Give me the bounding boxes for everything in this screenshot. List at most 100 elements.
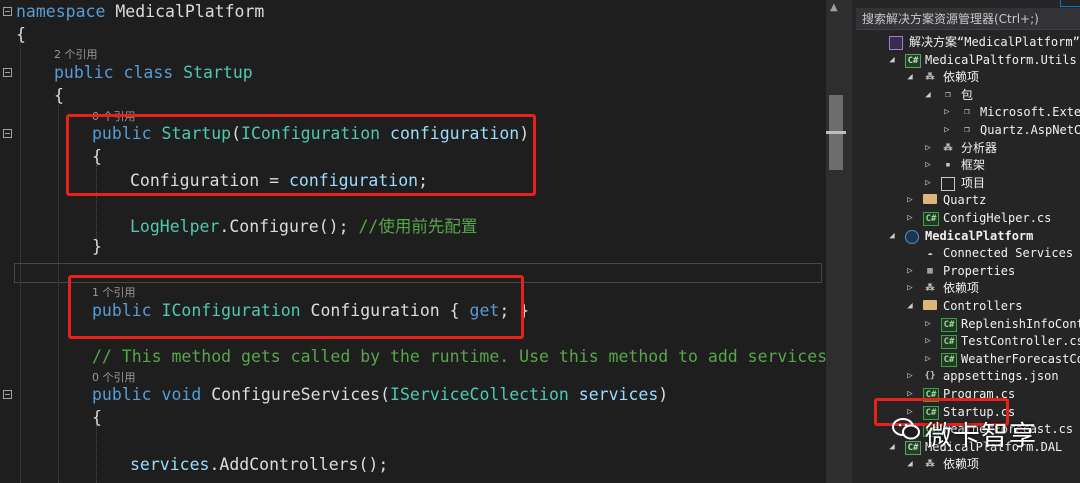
- code-token: {: [16, 25, 26, 44]
- fold-namespace-icon[interactable]: [3, 7, 12, 16]
- nuget-package-icon: ❒: [964, 107, 970, 118]
- expanded-arrow-icon[interactable]: ◢: [905, 69, 915, 86]
- collapsed-arrow-icon[interactable]: ▷: [905, 192, 915, 209]
- scrollbar-caret-marker: [826, 131, 846, 134]
- tree-item-label: MedicalPaltform.Utils: [925, 52, 1077, 67]
- code-token: public: [92, 385, 152, 404]
- highlight-box-configuration-property: [68, 275, 524, 339]
- collapsed-arrow-icon[interactable]: ▷: [923, 175, 933, 192]
- wechat-logo-icon: [892, 418, 920, 440]
- code-line-open-brace[interactable]: {: [92, 408, 102, 428]
- tree-item-label: 项目: [961, 175, 986, 190]
- codelens-configure-services-references[interactable]: 0 个引用: [92, 369, 136, 385]
- code-line-loghelper[interactable]: LogHelper.Configure(); //使用前先配置: [130, 217, 477, 237]
- tree-item-label: appsettings.json: [943, 369, 1059, 384]
- tree-item-label: Quartz: [943, 193, 987, 208]
- code-token: // This method gets called by the runtim…: [92, 347, 826, 366]
- fold-configure-services-icon[interactable]: [3, 390, 12, 399]
- code-token: namespace: [16, 2, 106, 21]
- scroll-up-arrow-icon[interactable]: ▲: [830, 2, 838, 13]
- indent-guide: [96, 425, 97, 483]
- code-line-configure-services[interactable]: public void ConfigureServices(IServiceCo…: [92, 385, 668, 405]
- collapsed-arrow-icon[interactable]: ▷: [942, 122, 952, 139]
- json-file-icon: {}: [924, 371, 936, 382]
- codelens-class-references[interactable]: 2 个引用: [54, 46, 98, 62]
- code-line-open-brace[interactable]: {: [16, 25, 26, 45]
- expanded-arrow-icon[interactable]: ◢: [905, 456, 915, 473]
- nuget-package-icon: ❒: [964, 125, 970, 135]
- tree-item-label: 分析器: [961, 140, 998, 155]
- csharp-project-icon: C#: [905, 440, 921, 455]
- collapsed-arrow-icon[interactable]: ▷: [942, 104, 952, 121]
- tree-item-label: 依赖项: [943, 457, 980, 472]
- solution-explorer-search-input[interactable]: 搜索解决方案资源管理器(Ctrl+;): [856, 8, 1080, 30]
- code-token: services: [578, 385, 659, 404]
- code-token: class: [123, 63, 174, 82]
- code-token: public: [54, 63, 114, 82]
- collapsed-arrow-icon[interactable]: ▷: [905, 280, 915, 297]
- collapsed-arrow-icon[interactable]: ▷: [923, 157, 933, 174]
- dependencies-icon: ⁂: [925, 459, 935, 470]
- tree-item-label: Properties: [943, 263, 1016, 278]
- collapsed-arrow-icon[interactable]: ▷: [905, 263, 915, 280]
- dependencies-icon: ⁂: [925, 283, 935, 294]
- code-token: }: [92, 237, 102, 256]
- code-editor[interactable]: namespace MedicalPlatform { 2 个引用 public…: [0, 0, 826, 483]
- code-token: services: [130, 455, 210, 474]
- csharp-file-icon: C#: [941, 335, 957, 350]
- expanded-arrow-icon[interactable]: ◢: [923, 87, 933, 104]
- code-line-close-brace[interactable]: }: [92, 237, 102, 257]
- analyzer-icon: ⁂: [943, 142, 953, 153]
- tree-item-label: 解决方案“MedicalPlatform”(3 个项: [909, 35, 1080, 49]
- tree-item-label: MedicalPlatform: [925, 228, 1034, 243]
- expanded-arrow-icon[interactable]: ◢: [887, 52, 897, 69]
- code-line-namespace[interactable]: namespace MedicalPlatform: [16, 2, 264, 22]
- expanded-arrow-icon[interactable]: ◢: [905, 298, 915, 315]
- tree-item-label: Controllers: [943, 299, 1023, 313]
- framework-icon: ▪: [945, 160, 951, 171]
- indent-guide: [20, 30, 21, 483]
- code-line-comment[interactable]: // This method gets called by the runtim…: [92, 347, 826, 367]
- tree-item-label: WeatherForecastContro: [961, 351, 1080, 366]
- fold-class-icon[interactable]: [3, 68, 12, 77]
- code-token: {: [54, 86, 64, 105]
- tree-item-label: ReplenishInfoController: [961, 316, 1080, 331]
- tree-item-label: 依赖项: [943, 70, 980, 85]
- collapsed-arrow-icon[interactable]: ▷: [923, 333, 933, 350]
- dependencies-icon: ⁂: [925, 72, 935, 83]
- panel-tab-indicator: [1060, 0, 1080, 7]
- collapsed-arrow-icon[interactable]: ▷: [905, 368, 915, 385]
- code-token: .AddControllers();: [209, 455, 389, 474]
- indent-guide: [58, 105, 59, 483]
- code-token: {: [92, 408, 102, 427]
- tree-item-label: TestController.cs: [961, 334, 1080, 349]
- tree-item-label: 包: [961, 87, 974, 102]
- fold-constructor-icon[interactable]: [3, 129, 12, 138]
- expanded-arrow-icon[interactable]: ◢: [887, 439, 897, 456]
- package-icon: ❒: [945, 89, 951, 100]
- project-ref-icon: [941, 176, 955, 191]
- code-token: Startup: [183, 63, 253, 82]
- code-line-add-controllers[interactable]: services.AddControllers();: [130, 455, 388, 475]
- code-token: ): [658, 385, 669, 404]
- connected-services-icon: ☁: [927, 248, 933, 259]
- folder-icon: [923, 194, 937, 205]
- csharp-file-icon: C#: [941, 317, 957, 332]
- collapsed-arrow-icon[interactable]: ▷: [905, 210, 915, 227]
- collapsed-arrow-icon[interactable]: ▷: [923, 351, 933, 368]
- tree-item-label: ConfigHelper.cs: [943, 211, 1052, 225]
- collapsed-arrow-icon[interactable]: ▷: [923, 316, 933, 333]
- code-token: //使用前先配置: [358, 217, 478, 236]
- csharp-file-icon: C#: [923, 212, 939, 226]
- folder-icon: [923, 300, 937, 310]
- tree-item-label: Connected Services: [943, 246, 1074, 261]
- expanded-arrow-icon[interactable]: ◢: [887, 228, 897, 245]
- solution-icon: [889, 36, 903, 50]
- collapsed-arrow-icon[interactable]: ▷: [923, 140, 933, 157]
- code-line-class-declaration[interactable]: public class Startup: [54, 63, 253, 83]
- editor-scrollbar[interactable]: [826, 0, 852, 483]
- highlight-box-constructor: [66, 114, 536, 196]
- code-line-open-brace[interactable]: {: [54, 86, 64, 106]
